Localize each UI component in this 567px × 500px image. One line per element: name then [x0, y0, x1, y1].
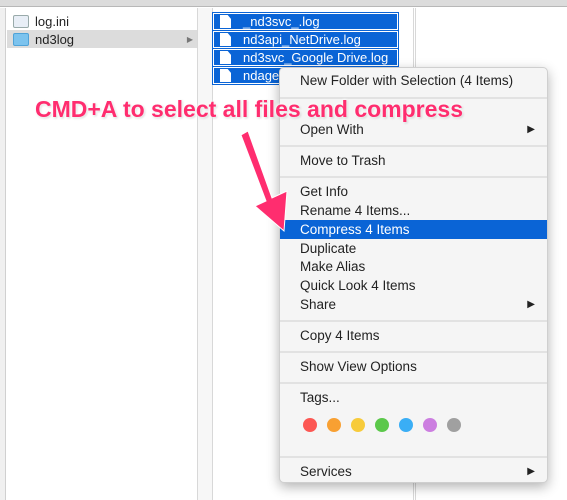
arrow-icon — [240, 130, 288, 233]
annotation-text: CMD+A to select all files and compress — [35, 96, 463, 122]
arrow-annotation — [240, 130, 288, 233]
